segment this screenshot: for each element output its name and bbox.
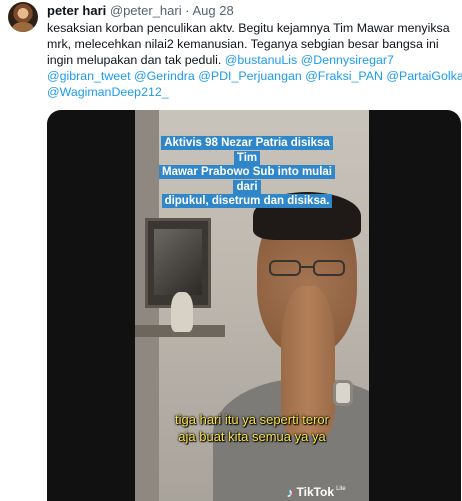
subtitle-line: aja buat kita semua ya ya [178, 429, 326, 444]
author-avatar[interactable] [8, 2, 38, 32]
tweet-text-line: ingin melupakan dan tak peduli. @bustanu… [47, 52, 452, 68]
watermark-suffix: Lite [336, 486, 346, 492]
person-wristwatch [333, 380, 353, 406]
glasses-bridge [301, 266, 313, 268]
glasses-lens-right [313, 260, 345, 276]
tweet-text: kesaksian korban penculikan aktv. Begitu… [47, 20, 462, 100]
mention-link[interactable]: @PartaiGolkar [386, 69, 462, 83]
tiktok-watermark: ♪ TikTok Lite [287, 483, 346, 501]
tweet-header: peter hari @peter_hari · Aug 28 [47, 3, 234, 19]
avatar-shirt [12, 22, 34, 32]
tweet-text-line: mrk, melecehkan nilai2 kemanusian. Tegan… [47, 36, 452, 52]
glasses-lens-left [269, 260, 301, 276]
video-subtitle: tiga hari itu ya seperti teror aja buat k… [135, 411, 369, 445]
tweet-text-line: @gibran_tweet @Gerindra @PDI_Perjuangan … [47, 68, 462, 84]
tweet-text-line: kesaksian korban penculikan aktv. Begitu… [47, 20, 452, 36]
tweet-text-segment: ingin melupakan dan tak peduli. [47, 53, 225, 67]
caption-line: Aktivis 98 Nezar Patria disiksa Tim [161, 136, 333, 165]
tweet-text-segment: kesaksian korban penculikan aktv. Begitu… [47, 21, 450, 35]
mention-link[interactable]: @Gerindra [134, 69, 195, 83]
watermark-text: TikTok [296, 485, 335, 499]
tweet-date[interactable]: Aug 28 [193, 3, 234, 18]
mention-link[interactable]: @Fraksi_PAN [305, 69, 383, 83]
caption-line: Mawar Prabowo Sub into mulai dari [159, 165, 335, 194]
mention-link[interactable]: @gibran_tweet [47, 69, 131, 83]
author-handle[interactable]: @peter_hari [110, 3, 182, 18]
header-separator: · [185, 3, 190, 18]
person-glasses [269, 260, 349, 278]
mention-link[interactable]: @PDI_Perjuangan [198, 69, 302, 83]
caption-line: dipukul, disetrum dan disiksa. [161, 194, 333, 208]
tweet-card[interactable]: peter hari @peter_hari · Aug 28 kesaksia… [0, 0, 462, 501]
background-vase [171, 292, 193, 332]
tweet-text-line: @WagimanDeep212_ [47, 84, 452, 100]
subtitle-line: tiga hari itu ya seperti teror [175, 412, 329, 427]
video-caption-top: Aktivis 98 Nezar Patria disiksa Tim Mawar… [157, 136, 337, 209]
mention-link[interactable]: @WagimanDeep212_ [47, 85, 169, 99]
tiktok-logo-icon: ♪ [287, 484, 294, 500]
video-media[interactable]: Aktivis 98 Nezar Patria disiksa Tim Mawar… [47, 110, 461, 501]
tweet-text-segment: mrk, melecehkan nilai2 kemanusian. Tegan… [47, 37, 439, 51]
mention-link[interactable]: @bustanuLis [225, 53, 298, 67]
author-name[interactable]: peter hari [47, 3, 106, 18]
mention-link[interactable]: @Dennysiregar7 [301, 53, 394, 67]
